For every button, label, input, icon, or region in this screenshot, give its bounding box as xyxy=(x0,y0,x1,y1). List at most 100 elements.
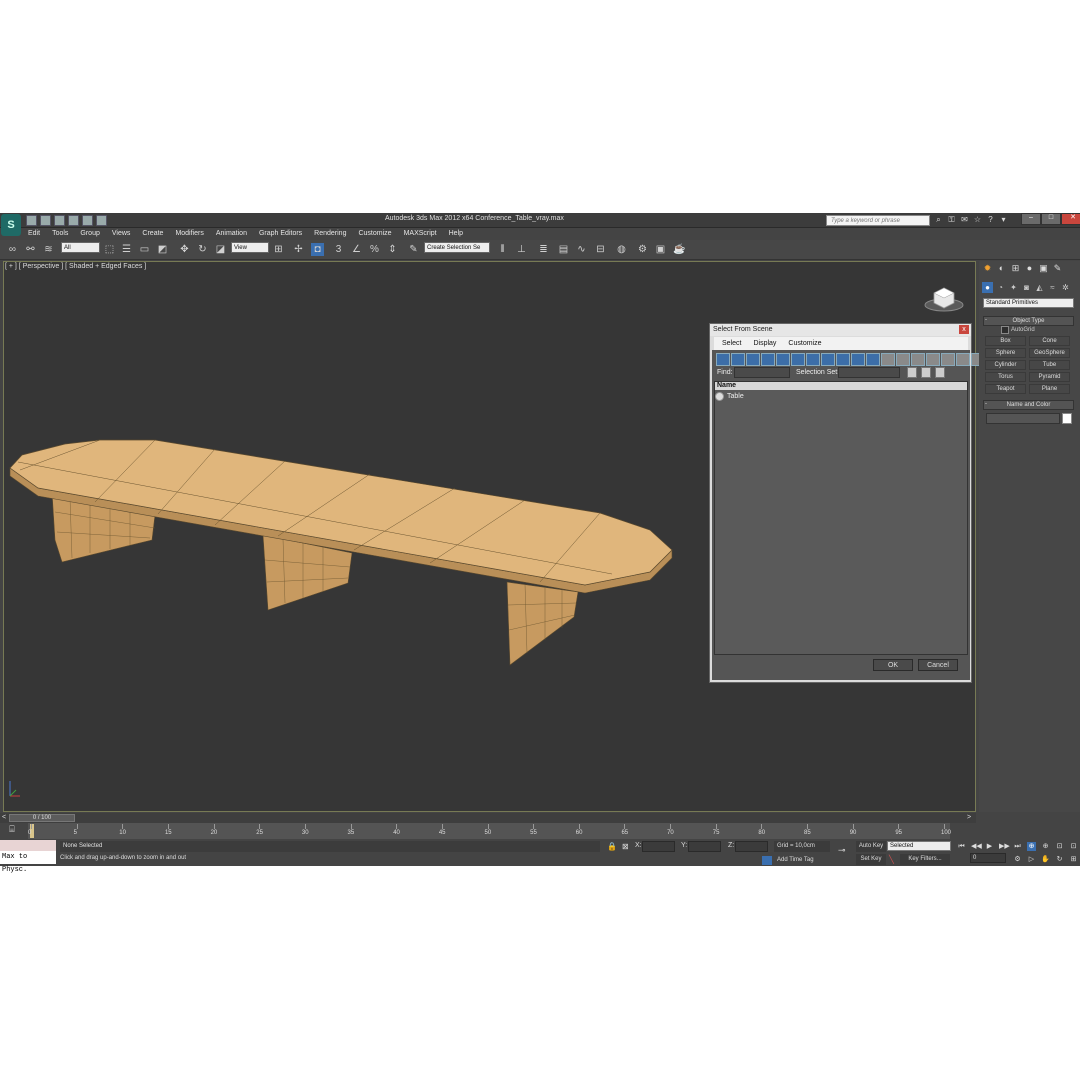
open-file-icon[interactable] xyxy=(40,215,51,226)
slider-next-icon[interactable]: > xyxy=(967,814,971,821)
time-tag-icon[interactable] xyxy=(762,856,772,865)
angle-snap-icon[interactable]: ∠ xyxy=(350,243,363,256)
spacewarps-category-icon[interactable]: ≈ xyxy=(1047,282,1058,293)
geometry-category-icon[interactable]: ● xyxy=(982,282,993,293)
undo-icon[interactable] xyxy=(68,215,79,226)
fov-icon[interactable]: ▷ xyxy=(1027,855,1036,864)
new-file-icon[interactable] xyxy=(26,215,37,226)
selection-filter-dropdown[interactable]: All xyxy=(61,242,100,253)
menu-modifiers[interactable]: Modifiers xyxy=(169,228,209,240)
box-button[interactable]: Box xyxy=(985,336,1026,346)
display-cameras-icon[interactable] xyxy=(761,353,775,366)
current-frame-field[interactable]: 0 xyxy=(970,853,1006,863)
maxscript-listener-input[interactable]: Max to Physc. xyxy=(0,851,56,874)
mirror-icon[interactable]: ⫴ xyxy=(496,243,509,256)
project-folder-icon[interactable] xyxy=(96,215,107,226)
key-filters-button[interactable]: Key Filters... xyxy=(900,854,950,865)
align-icon[interactable]: ⊥ xyxy=(515,243,528,256)
select-invert-icon[interactable] xyxy=(956,353,970,366)
zoom-extents-all-icon[interactable]: ⊡ xyxy=(1069,842,1078,851)
display-bones-icon[interactable] xyxy=(836,353,850,366)
schematic-view-icon[interactable]: ⊟ xyxy=(594,243,607,256)
plane-button[interactable]: Plane xyxy=(1029,384,1070,394)
object-type-rollout[interactable]: Object Type xyxy=(983,316,1074,326)
favorites-icon[interactable]: ☆ xyxy=(973,215,982,224)
curve-editor-icon[interactable]: ∿ xyxy=(575,243,588,256)
menu-customize[interactable]: Customize xyxy=(352,228,397,240)
minimize-button[interactable]: – xyxy=(1021,213,1041,225)
mini-curve-editor-icon[interactable]: ⌸ xyxy=(4,824,20,836)
viewport-label[interactable]: [ + ] [ Perspective ] [ Shaded + Edged F… xyxy=(5,263,146,270)
tube-button[interactable]: Tube xyxy=(1029,360,1070,370)
tab-create-icon[interactable]: ✹ xyxy=(982,263,993,274)
percent-snap-icon[interactable]: % xyxy=(368,243,381,256)
menu-rendering[interactable]: Rendering xyxy=(308,228,352,240)
tab-hierarchy-icon[interactable]: ⊞ xyxy=(1010,263,1021,274)
slider-prev-icon[interactable]: < xyxy=(2,814,6,821)
shapes-category-icon[interactable]: ◔ xyxy=(995,282,1006,293)
helpers-category-icon[interactable]: ◭ xyxy=(1034,282,1045,293)
display-lights-icon[interactable] xyxy=(746,353,760,366)
systems-category-icon[interactable]: ✲ xyxy=(1060,282,1071,293)
orbit-icon[interactable]: ↻ xyxy=(1055,855,1064,864)
find-input[interactable] xyxy=(734,367,790,378)
display-none-icon[interactable] xyxy=(896,353,910,366)
dialog-title[interactable]: Select From Scene xyxy=(710,324,971,336)
keyboard-shortcut-override-icon[interactable]: ◘ xyxy=(311,243,324,256)
display-all-icon[interactable] xyxy=(881,353,895,366)
display-shapes-icon[interactable] xyxy=(731,353,745,366)
cancel-button[interactable]: Cancel xyxy=(918,659,958,671)
go-to-end-icon[interactable]: ⏭ xyxy=(1013,842,1022,851)
select-move-icon[interactable]: ✥ xyxy=(178,243,191,256)
select-rotate-icon[interactable]: ↻ xyxy=(196,243,209,256)
x-coord-field[interactable] xyxy=(642,841,675,852)
save-icon[interactable] xyxy=(54,215,65,226)
lock-selection-icon[interactable]: 🔒 xyxy=(607,842,617,851)
tab-modify-icon[interactable]: ◐ xyxy=(996,263,1007,274)
next-frame-icon[interactable]: ▶▶ xyxy=(999,842,1010,851)
sphere-button[interactable]: Sphere xyxy=(985,348,1026,358)
time-configuration-icon[interactable]: ⚙ xyxy=(1013,855,1022,864)
previous-frame-icon[interactable]: ◀◀ xyxy=(971,842,982,851)
spinner-snap-icon[interactable]: ⇕ xyxy=(386,243,399,256)
tab-motion-icon[interactable]: ● xyxy=(1024,263,1035,274)
dialog-close-button[interactable]: x xyxy=(959,325,969,334)
display-xrefs-icon[interactable] xyxy=(821,353,835,366)
close-window-button[interactable]: ✕ xyxy=(1061,213,1080,225)
edit-named-selection-icon[interactable]: ✎ xyxy=(407,243,420,256)
zoom-icon[interactable]: ⊕ xyxy=(1027,842,1036,851)
selection-set-icon[interactable] xyxy=(907,367,917,378)
display-helpers-icon[interactable] xyxy=(776,353,790,366)
graphite-ribbon-icon[interactable]: ▤ xyxy=(557,243,570,256)
list-item[interactable]: Table xyxy=(715,392,744,401)
named-selection-dropdown[interactable]: Create Selection Se xyxy=(424,242,490,253)
geosphere-button[interactable]: GeoSphere xyxy=(1029,348,1070,358)
time-slider-thumb[interactable]: 0 / 100 xyxy=(9,814,75,822)
menu-graph-editors[interactable]: Graph Editors xyxy=(253,228,308,240)
menu-edit[interactable]: Edit xyxy=(22,228,46,240)
selection-set-remove-icon[interactable] xyxy=(935,367,945,378)
autogrid-checkbox[interactable] xyxy=(1001,326,1009,334)
pyramid-button[interactable]: Pyramid xyxy=(1029,372,1070,382)
primitive-type-dropdown[interactable]: Standard Primitives xyxy=(983,298,1074,308)
scene-object-list[interactable] xyxy=(714,381,968,655)
list-column-header[interactable]: Name xyxy=(715,382,967,390)
display-groups-icon[interactable] xyxy=(806,353,820,366)
set-key-button[interactable]: Set Key xyxy=(856,854,886,865)
bind-spacewarp-icon[interactable]: ≋ xyxy=(42,243,55,256)
menu-maxscript[interactable]: MAXScript xyxy=(398,228,443,240)
maximize-viewport-icon[interactable]: ⊞ xyxy=(1069,855,1078,864)
add-time-tag[interactable]: Add Time Tag xyxy=(777,857,814,863)
redo-icon[interactable] xyxy=(82,215,93,226)
dialog-menu-display[interactable]: Display xyxy=(745,337,780,350)
render-setup-icon[interactable]: ⚙ xyxy=(636,243,649,256)
link-icon[interactable]: ∞ xyxy=(6,243,19,256)
cylinder-button[interactable]: Cylinder xyxy=(985,360,1026,370)
select-all-icon[interactable] xyxy=(926,353,940,366)
help-icon[interactable]: ? xyxy=(986,215,995,224)
reference-coord-dropdown[interactable]: View xyxy=(231,242,269,253)
object-name-input[interactable] xyxy=(986,413,1060,424)
go-to-start-icon[interactable]: ⏮ xyxy=(957,842,966,851)
time-slider[interactable] xyxy=(0,813,976,823)
rect-selection-icon[interactable]: ▭ xyxy=(138,243,151,256)
